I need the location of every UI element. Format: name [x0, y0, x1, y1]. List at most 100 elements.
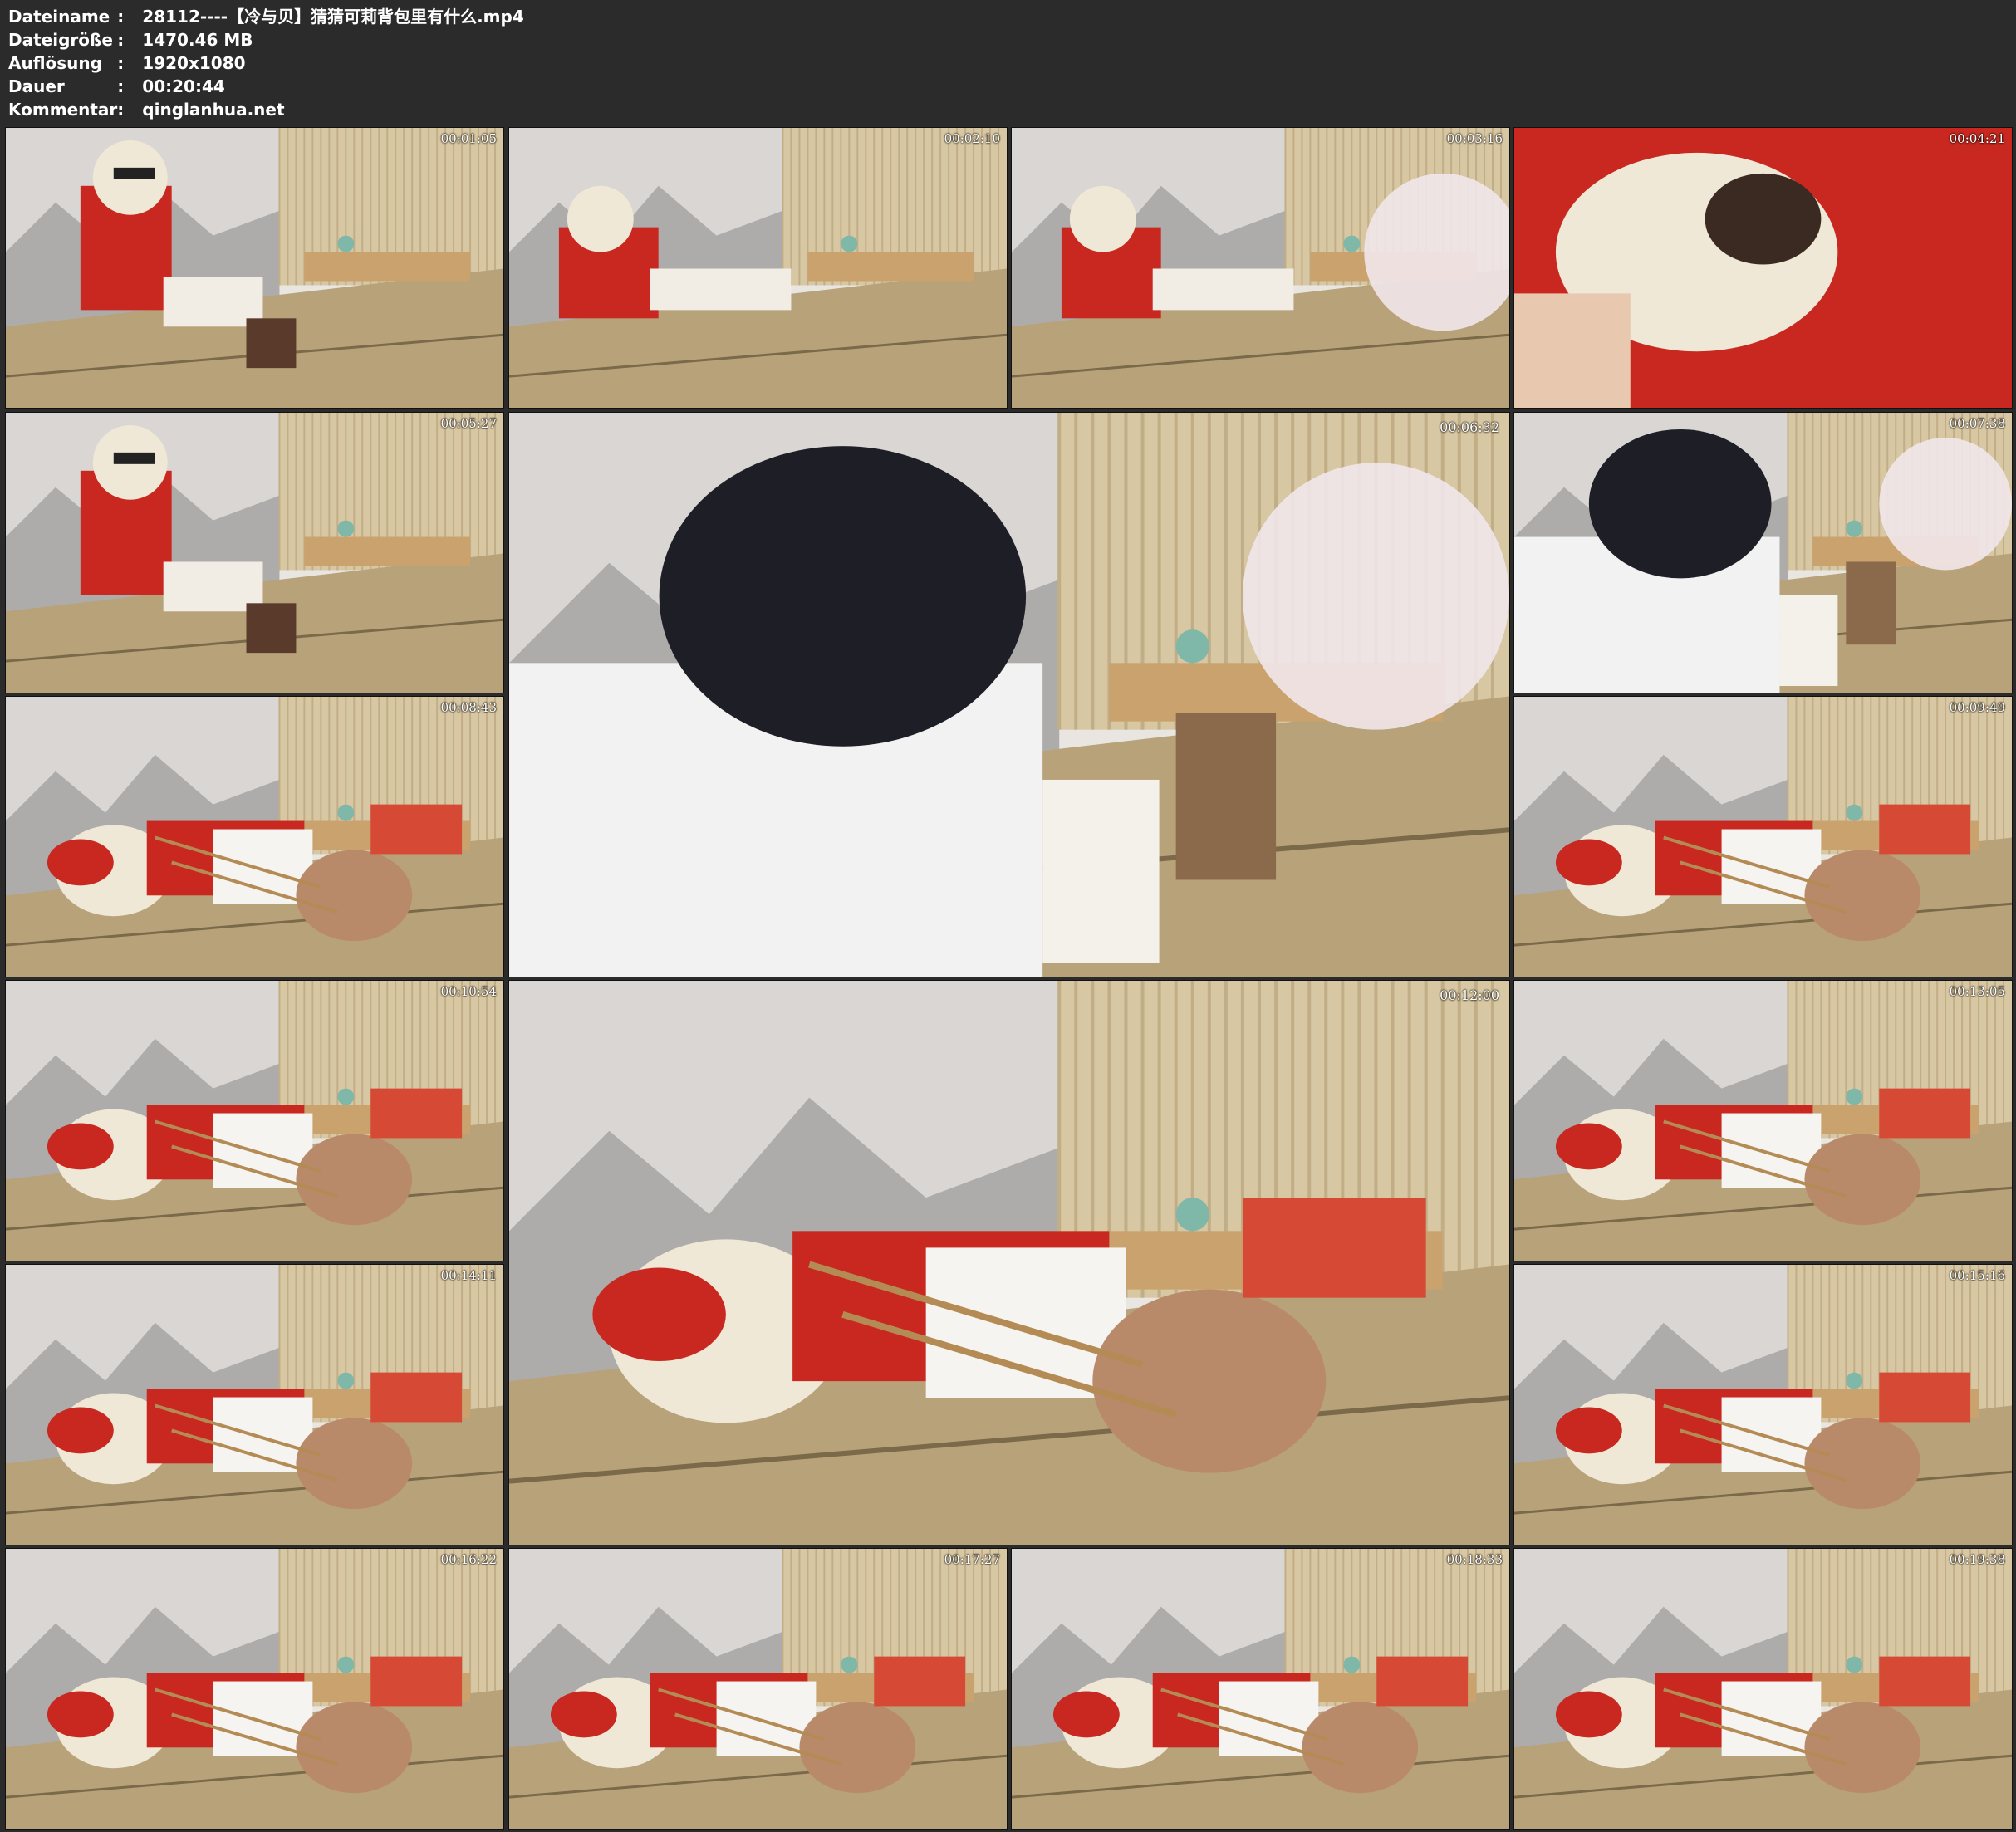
thumbnail-scene	[509, 128, 1007, 408]
hair	[567, 185, 634, 252]
thumbnail-scene	[1012, 1549, 1509, 1829]
thumbnail-scene	[1514, 413, 2012, 693]
legs	[296, 1418, 413, 1510]
thumbnail-scene	[509, 981, 1509, 1545]
paper-umbrella	[1242, 463, 1509, 730]
video-thumbnail: 00:08:43	[5, 696, 504, 977]
boots	[246, 603, 297, 654]
thumbnail-grid: 00:01:05 00:02:10 00:03:16 00:04:21 00:05:27…	[0, 0, 2016, 1832]
legs	[1092, 1289, 1327, 1473]
plush-toy	[874, 1656, 966, 1707]
red-hat	[47, 1691, 114, 1738]
vase	[1846, 1372, 1863, 1389]
video-thumbnail: 00:04:21	[1513, 127, 2013, 409]
thumbnail-scene	[6, 413, 503, 693]
thumbnail-scene	[1514, 1265, 2012, 1545]
plush-toy	[1879, 1372, 1971, 1423]
vase	[1175, 629, 1209, 664]
thumbnail-timestamp: 00:05:27	[440, 416, 497, 431]
thumbnail-timestamp: 00:04:21	[1949, 131, 2005, 146]
plush-toy	[370, 1656, 463, 1707]
plush-toy	[1879, 1088, 1971, 1139]
video-thumbnail: 00:02:10	[508, 127, 1008, 409]
thumbnail-timestamp: 00:03:16	[1446, 131, 1503, 146]
thumbnail-timestamp: 00:19:38	[1949, 1552, 2005, 1567]
brown-boot	[1846, 561, 1896, 645]
vase	[1846, 1088, 1863, 1105]
video-thumbnail: 00:05:27	[5, 412, 504, 693]
legs	[650, 268, 792, 311]
plush-toy	[1879, 1656, 1971, 1707]
thumbnail-scene	[6, 1549, 503, 1829]
thumbnail-scene	[6, 128, 503, 408]
hair	[1069, 185, 1136, 252]
vase	[1343, 235, 1361, 252]
video-thumbnail: 00:15:16	[1513, 1264, 2013, 1545]
plush-toy	[1376, 1656, 1469, 1707]
red-hat	[47, 1407, 114, 1454]
thumbnail-scene	[1012, 128, 1509, 408]
thumbnail-timestamp: 00:02:10	[944, 131, 1000, 146]
vase	[337, 1656, 355, 1673]
thumbnail-scene	[1514, 128, 2012, 408]
plush-toy	[1242, 1198, 1426, 1298]
thumbnail-timestamp: 00:09:49	[1949, 700, 2005, 715]
blindfold	[113, 452, 155, 464]
legs	[296, 1134, 413, 1226]
video-thumbnail: 00:01:05	[5, 127, 504, 409]
video-thumbnail: 00:03:16	[1011, 127, 1510, 409]
blindfold	[113, 167, 155, 179]
thumbnail-scene	[6, 697, 503, 977]
plush-toy	[370, 1372, 463, 1423]
thumbnail-timestamp: 00:16:22	[440, 1552, 497, 1567]
red-hat	[1555, 1691, 1622, 1738]
video-thumbnail: 00:07:38	[1513, 412, 2013, 693]
white-sock	[1779, 595, 1838, 687]
legs	[799, 1702, 916, 1794]
thumbnail-timestamp: 00:17:27	[944, 1552, 1000, 1567]
vase	[337, 1372, 355, 1389]
video-thumbnail: 00:16:22	[5, 1548, 504, 1830]
thumbnail-timestamp: 00:07:38	[1949, 416, 2005, 431]
red-hat	[550, 1691, 617, 1738]
vase	[841, 235, 858, 252]
legs	[1804, 1418, 1921, 1510]
thumbnail-timestamp: 00:08:43	[440, 700, 497, 715]
thumbnail-scene	[6, 981, 503, 1261]
blindfold	[1705, 173, 1822, 265]
legs	[1804, 850, 1921, 942]
red-hat	[47, 1123, 114, 1170]
thumbnail-timestamp: 00:06:32	[1440, 419, 1499, 435]
thumbnail-scene	[6, 1265, 503, 1545]
black-cap	[1588, 429, 1772, 579]
video-thumbnail: 00:06:32	[508, 412, 1510, 977]
boots	[246, 318, 297, 369]
video-thumbnail: 00:09:49	[1513, 696, 2013, 977]
thumbnail-timestamp: 00:18:33	[1446, 1552, 1503, 1567]
thumbnail-timestamp: 00:13:05	[1949, 984, 2005, 999]
thumbnail-scene	[1514, 697, 2012, 977]
plush-toy	[1879, 804, 1971, 855]
brown-boot	[1175, 713, 1277, 880]
thumbnail-scene	[1514, 981, 2012, 1261]
thumbnail-timestamp: 00:01:05	[440, 131, 497, 146]
thumbnail-scene	[1514, 1549, 2012, 1829]
legs	[1302, 1702, 1419, 1794]
vase	[1343, 1656, 1361, 1673]
legs	[1804, 1702, 1921, 1794]
legs	[296, 850, 413, 942]
vase	[337, 235, 355, 252]
low-table	[807, 252, 974, 282]
low-table	[304, 536, 471, 566]
red-hat	[1052, 1691, 1120, 1738]
red-hat	[592, 1267, 726, 1362]
legs	[296, 1702, 413, 1794]
legs	[1804, 1134, 1921, 1226]
legs	[1152, 268, 1294, 311]
low-table	[304, 252, 471, 282]
thumbnail-timestamp: 00:14:11	[440, 1268, 497, 1283]
thumbnail-timestamp: 00:15:16	[1949, 1268, 2005, 1283]
video-thumbnail: 00:13:05	[1513, 980, 2013, 1261]
video-thumbnail: 00:17:27	[508, 1548, 1008, 1830]
video-thumbnail: 00:12:00	[508, 980, 1510, 1545]
